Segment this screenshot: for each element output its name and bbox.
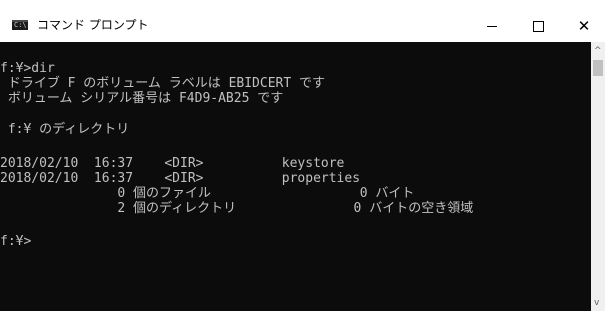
close-button[interactable]: ✕ [561, 10, 605, 42]
window-title: コマンド プロンプト [37, 18, 149, 32]
console-line: 2018/02/10 16:37 <DIR> keystore [0, 156, 345, 171]
console-output[interactable]: f:¥>dir ドライブ F のボリューム ラベルは EBIDCERT です ボ… [0, 42, 591, 311]
scroll-down-icon[interactable]: v [594, 298, 599, 308]
vertical-scrollbar[interactable]: ^ v [591, 42, 605, 311]
maximize-icon [532, 20, 544, 32]
console-line: 0 個のファイル 0 バイト [0, 186, 415, 201]
maximize-button[interactable] [515, 10, 561, 42]
command-prompt: f:¥> [0, 234, 32, 249]
title-bar[interactable]: C:\ コマンド プロンプト ✕ [0, 0, 605, 42]
cmd-icon[interactable]: C:\ [12, 20, 28, 30]
scroll-up-icon[interactable]: ^ [594, 46, 602, 56]
console-line: f:¥>dir [0, 61, 55, 76]
console-line: ドライブ F のボリューム ラベルは EBIDCERT です [0, 76, 326, 91]
scroll-thumb[interactable] [593, 60, 603, 76]
close-icon: ✕ [577, 16, 591, 35]
minimize-icon [487, 25, 497, 27]
console-line: f:¥ のディレクトリ [0, 122, 130, 137]
minimize-button[interactable] [469, 10, 515, 42]
console-line: ボリューム シリアル番号は F4D9-AB25 です [0, 91, 284, 106]
console-line: 2018/02/10 16:37 <DIR> properties [0, 171, 361, 186]
console-line: 2 個のディレクトリ 0 バイトの空き領域 [0, 201, 474, 216]
